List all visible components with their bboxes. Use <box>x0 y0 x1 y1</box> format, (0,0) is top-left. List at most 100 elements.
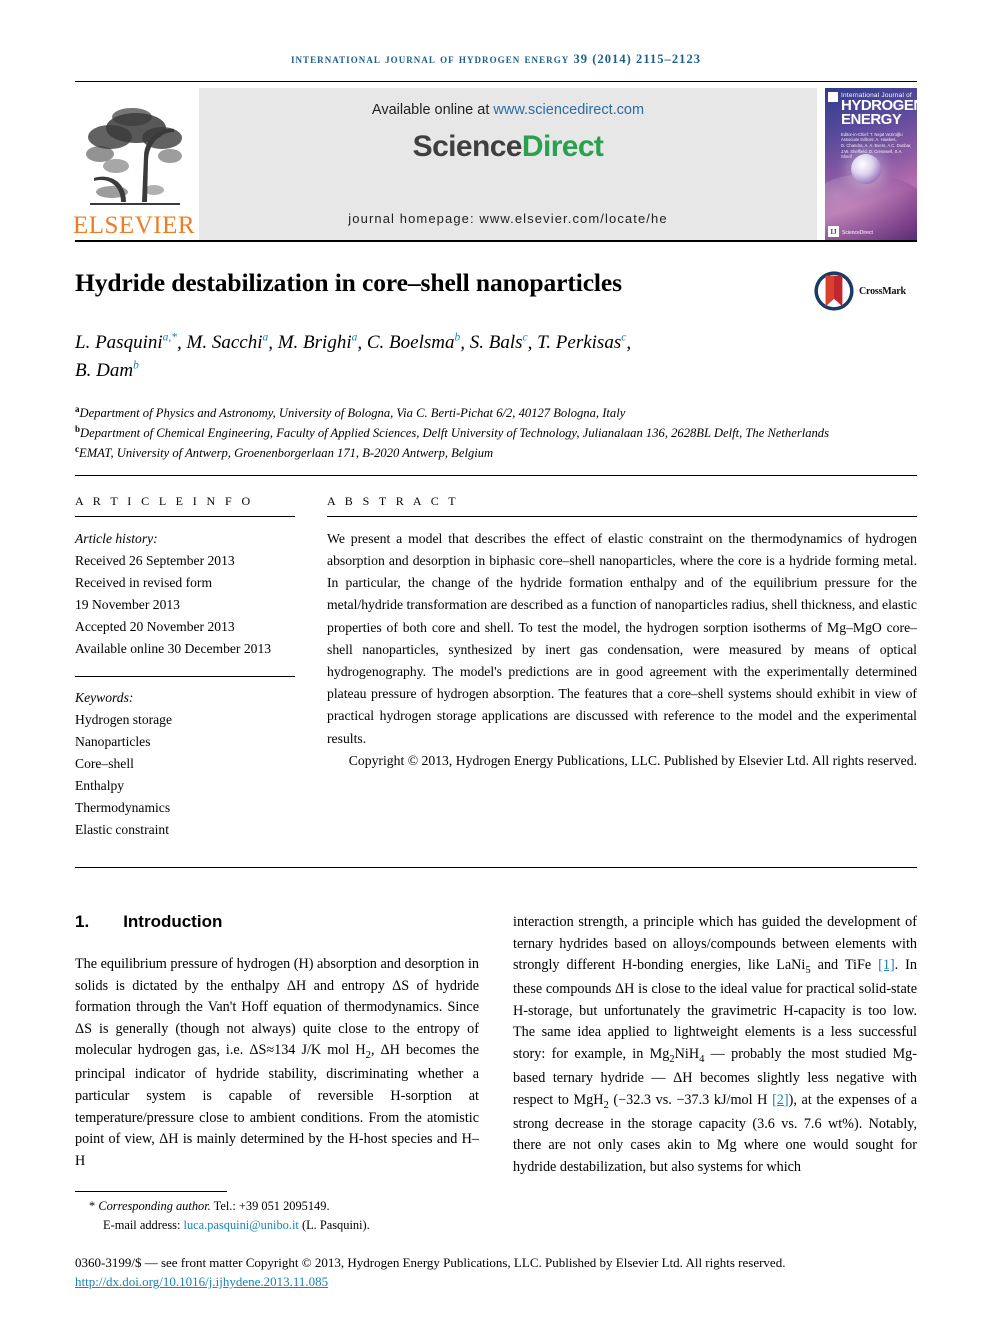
title-row: Hydride destabilization in core–shell na… <box>75 268 917 312</box>
crossmark-badge[interactable]: CrossMark <box>813 268 917 312</box>
author-marks: a,* <box>162 332 177 344</box>
crossmark-label: CrossMark <box>859 285 906 297</box>
journal-masthead: ELSEVIER Available online at www.science… <box>72 88 917 240</box>
cover-editors: Editor-in-Chief: T. Nejat Veziroğlu Assoc… <box>841 131 912 160</box>
cover-journal-energy: ENERGY <box>841 111 902 129</box>
author-name: C. Boelsma <box>366 332 455 354</box>
corresponding-author-note: * Corresponding author. Tel.: +39 051 20… <box>75 1197 917 1234</box>
abstract-body: We present a model that describes the ef… <box>327 530 917 746</box>
affiliation-item: cEMAT, University of Antwerp, Groenenbor… <box>75 443 917 463</box>
intro-left-part2: , ΔH becomes the principal indicator of … <box>75 1042 479 1169</box>
author-item: M. Sacchia <box>187 332 269 353</box>
asterisk-icon: * <box>89 1198 96 1213</box>
available-online-label: Available online at <box>371 102 494 118</box>
article-info-column: A R T I C L E I N F O Article history: R… <box>75 494 327 841</box>
body-column-left: 1. Introduction The equilibrium pressure… <box>75 912 479 1178</box>
citation-link-2[interactable]: [2] <box>772 1092 789 1108</box>
email-line: E-mail address: luca.pasquini@unibo.it (… <box>89 1216 370 1235</box>
author-item: L. Pasquinia,* <box>75 332 177 353</box>
affiliation-item: aDepartment of Physics and Astronomy, Un… <box>75 403 917 423</box>
article-history-label: Article history: <box>75 530 158 546</box>
elsevier-wordmark: ELSEVIER <box>72 212 196 239</box>
keyword-item: Core–shell <box>75 755 134 771</box>
cover-orb-decoration <box>851 154 881 184</box>
available-online-text: Available online at www.sciencedirect.co… <box>372 102 644 118</box>
intro-right-part6: (−32.3 vs. −37.3 kJ/mol H <box>608 1091 773 1108</box>
author-name: M. Brighi <box>277 332 352 354</box>
author-marks: b <box>454 332 461 344</box>
author-marks: c <box>522 332 528 344</box>
sciencedirect-logo-direct: Direct <box>521 130 604 163</box>
intro-right-part2: and TiFe <box>810 957 879 974</box>
history-item: Received in revised form <box>75 574 213 590</box>
abstract-heading: A B S T R A C T <box>327 493 460 508</box>
author-item: C. Boelsmab <box>367 332 460 353</box>
header-divider <box>75 81 917 82</box>
history-item: Received 26 September 2013 <box>75 552 235 568</box>
section-heading-introduction: 1. Introduction <box>75 912 479 932</box>
page-footer: * Corresponding author. Tel.: +39 051 20… <box>75 1190 917 1291</box>
introduction-paragraph-left: The equilibrium pressure of hydrogen (H)… <box>75 954 479 1172</box>
keywords-block: Keywords: Hydrogen storage Nanoparticles… <box>75 687 295 841</box>
section-title: Introduction <box>123 912 223 932</box>
citation-link-1[interactable]: [1] <box>878 957 895 973</box>
front-matter-line: 0360-3199/$ — see front matter Copyright… <box>75 1255 786 1271</box>
affiliation-text: EMAT, University of Antwerp, Groenenborg… <box>79 445 494 460</box>
corresponding-author-label: Corresponding author. <box>98 1198 211 1213</box>
author-item: T. Perkisasc <box>537 332 626 353</box>
cover-sciencedirect-mark: ScienceDirect <box>842 230 873 236</box>
keyword-item: Nanoparticles <box>75 733 151 749</box>
body-columns: 1. Introduction The equilibrium pressure… <box>75 912 917 1178</box>
intro-right-part4: NiH <box>674 1045 700 1062</box>
history-item: Available online 30 December 2013 <box>75 640 272 656</box>
author-name: L. Pasquini <box>75 332 163 354</box>
sciencedirect-logo: ScienceDirect <box>413 130 604 164</box>
footnote-rule <box>75 1190 227 1192</box>
keyword-item: Hydrogen storage <box>75 711 173 727</box>
sciencedirect-logo-science: Science <box>412 130 523 163</box>
keyword-item: Thermodynamics <box>75 800 171 815</box>
article-history-block: Article history: Received 26 September 2… <box>75 528 295 660</box>
keyword-item: Elastic constraint <box>75 822 169 838</box>
author-item: B. Damb <box>75 359 139 381</box>
affiliation-list: aDepartment of Physics and Astronomy, Un… <box>75 403 917 463</box>
elsevier-tree-icon <box>86 108 182 205</box>
history-item: Accepted 20 November 2013 <box>75 618 235 634</box>
keywords-rule <box>75 675 295 677</box>
author-item: S. Balsc <box>470 332 528 353</box>
keywords-label: Keywords: <box>75 689 134 705</box>
email-author-suffix: (L. Pasquini). <box>298 1217 370 1232</box>
affiliation-divider <box>75 474 917 476</box>
masthead-bottom-divider <box>75 240 917 242</box>
author-name: M. Sacchi <box>186 332 263 354</box>
author-name: S. Bals <box>469 332 523 354</box>
author-list: L. Pasquinia,*, M. Sacchia, M. Brighia, … <box>75 332 632 381</box>
info-abstract-region: A R T I C L E I N F O Article history: R… <box>75 494 917 841</box>
history-item: 19 November 2013 <box>75 596 180 612</box>
cover-title-block: International Journal of HYDROGEN ENERGY… <box>829 92 917 160</box>
doi-link[interactable]: http://dx.doi.org/10.1016/j.ijhydene.201… <box>75 1274 328 1289</box>
author-marks: a <box>262 332 269 344</box>
page-title: Hydride destabilization in core–shell na… <box>75 268 622 297</box>
author-marks: c <box>621 332 627 344</box>
abstract-copyright: Copyright © 2013, Hydrogen Energy Public… <box>348 752 917 768</box>
section-number: 1. <box>75 912 90 932</box>
cover-corner-badge: IJ <box>828 226 839 237</box>
journal-article-page: INTERNATIONAL JOURNAL OF HYDROGEN ENERGY… <box>0 0 992 1323</box>
author-name: B. Dam <box>75 359 134 381</box>
email-address-label: E-mail address: <box>103 1217 184 1232</box>
running-head: INTERNATIONAL JOURNAL OF HYDROGEN ENERGY… <box>290 52 702 66</box>
crossmark-icon <box>814 271 854 311</box>
article-info-rule <box>75 515 295 517</box>
affiliation-text: Department of Chemical Engineering, Facu… <box>80 425 830 440</box>
journal-cover-thumbnail: International Journal of HYDROGEN ENERGY… <box>825 88 917 240</box>
abstract-bottom-divider <box>75 867 917 869</box>
abstract-column: A B S T R A C T We present a model that … <box>327 494 917 841</box>
author-marks: b <box>133 359 139 372</box>
body-column-right: interaction strength, a principle which … <box>513 912 917 1178</box>
journal-homepage-text: journal homepage: www.elsevier.com/locat… <box>348 211 668 226</box>
elsevier-logo: ELSEVIER <box>72 88 196 240</box>
sciencedirect-url-link[interactable]: www.sciencedirect.com <box>493 102 644 118</box>
email-address-link[interactable]: luca.pasquini@unibo.it <box>184 1218 299 1232</box>
abstract-rule <box>327 515 917 517</box>
